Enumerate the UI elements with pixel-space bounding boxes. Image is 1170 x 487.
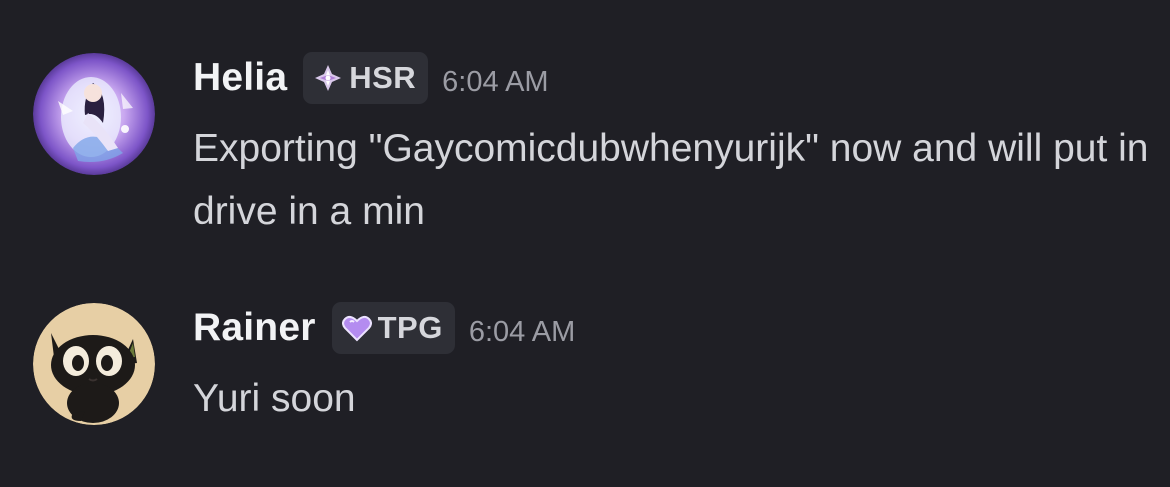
username[interactable]: Helia xyxy=(193,56,287,100)
server-tag[interactable]: HSR xyxy=(303,52,429,104)
purple-heart-icon xyxy=(341,313,372,343)
message-header: Rainer TPG 6:04 AM xyxy=(193,302,576,354)
timestamp: 6:04 AM xyxy=(442,65,549,98)
message-content: Exporting "Gaycomicdubwhenyurijk" now an… xyxy=(193,127,1149,233)
black-cat-avatar-icon xyxy=(33,303,155,425)
anime-character-avatar-icon xyxy=(33,53,155,175)
tag-label: HSR xyxy=(349,60,417,95)
tag-label: TPG xyxy=(377,310,443,345)
timestamp: 6:04 AM xyxy=(468,315,576,348)
avatar[interactable] xyxy=(33,303,155,425)
avatar[interactable] xyxy=(33,53,155,175)
diamond-sparkle-icon xyxy=(313,63,343,93)
server-tag[interactable]: TPG xyxy=(331,302,455,354)
message-content: Yuri soon xyxy=(193,377,356,420)
username[interactable]: Rainer xyxy=(193,306,316,350)
message-header: Helia HSR 6:04 AM xyxy=(193,52,549,104)
